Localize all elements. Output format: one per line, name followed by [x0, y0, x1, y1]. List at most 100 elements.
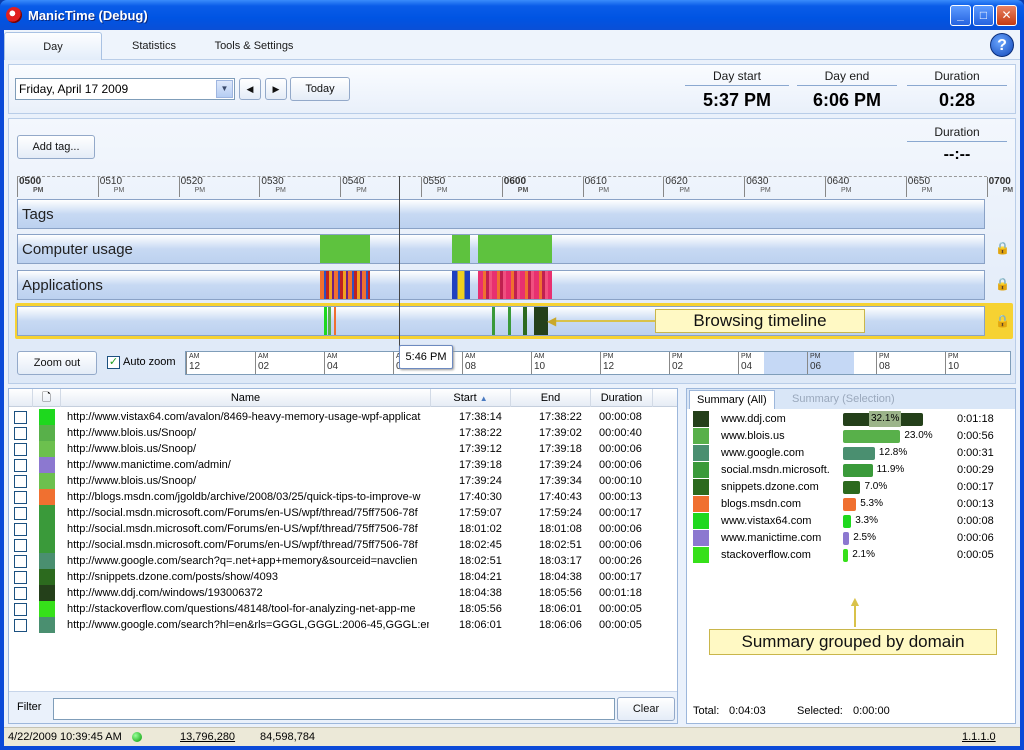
- prev-day-button[interactable]: ◀: [239, 78, 261, 100]
- summary-row[interactable]: www.blois.us 23.0% 0:00:56: [687, 428, 1015, 445]
- app-segment[interactable]: [452, 271, 470, 299]
- app-segment[interactable]: [320, 271, 370, 299]
- time-ruler[interactable]: 0500 PM 0510 PM 0520 PM 0530 PM 0540 PM 0550 PM 0600…: [17, 176, 1013, 197]
- overview-tick-hour: 02: [672, 361, 684, 372]
- summary-row[interactable]: www.google.com 12.8% 0:00:31: [687, 445, 1015, 462]
- domain-color-swatch: [693, 530, 709, 546]
- track-tags[interactable]: Tags: [17, 199, 985, 229]
- end-column-header[interactable]: End: [511, 389, 591, 407]
- row-checkbox[interactable]: [14, 427, 27, 440]
- table-row[interactable]: http://www.google.com/search?q=.net+app+…: [9, 553, 677, 569]
- summary-row[interactable]: social.msdn.microsoft. 11.9% 0:00:29: [687, 462, 1015, 479]
- browse-segment[interactable]: [328, 307, 331, 335]
- table-row[interactable]: http://www.blois.us/Snoop/17:39:12 17:39:…: [9, 441, 677, 457]
- date-picker[interactable]: Friday, April 17 2009 ▼: [15, 78, 235, 100]
- lock-icon[interactable]: 🔒: [995, 313, 1010, 329]
- summary-row[interactable]: www.vistax64.com 3.3% 0:00:08: [687, 513, 1015, 530]
- duration-column-header[interactable]: Duration: [591, 389, 653, 407]
- start-column-header[interactable]: Start ▲: [431, 389, 511, 407]
- name-column-header[interactable]: Name: [61, 389, 431, 407]
- row-checkbox[interactable]: [14, 507, 27, 520]
- summary-row[interactable]: blogs.msdn.com 5.3% 0:00:13: [687, 496, 1015, 513]
- browse-segment[interactable]: [523, 307, 527, 335]
- summary-row[interactable]: www.ddj.com 32.1% 0:01:18: [687, 411, 1015, 428]
- browse-segment[interactable]: [508, 307, 511, 335]
- browse-segment[interactable]: [324, 307, 327, 335]
- browse-segment[interactable]: [492, 307, 495, 335]
- row-color-swatch: [39, 441, 55, 457]
- row-checkbox[interactable]: [14, 603, 27, 616]
- browse-segment[interactable]: [334, 307, 336, 335]
- help-icon[interactable]: ?: [990, 33, 1014, 57]
- lock-icon[interactable]: 🔒: [995, 240, 1010, 256]
- track-computer-usage[interactable]: Computer usage: [17, 234, 985, 264]
- row-end: 17:39:18: [539, 443, 582, 455]
- table-row[interactable]: http://blogs.msdn.com/jgoldb/archive/200…: [9, 489, 677, 505]
- tab-statistics[interactable]: Statistics: [114, 32, 194, 60]
- minimize-button[interactable]: _: [950, 5, 971, 26]
- row-checkbox[interactable]: [14, 411, 27, 424]
- lock-icon[interactable]: 🔒: [995, 276, 1010, 292]
- ruler-tick: 0640 PM: [825, 177, 852, 197]
- row-checkbox[interactable]: [14, 555, 27, 568]
- tab-tools-settings[interactable]: Tools & Settings: [204, 32, 304, 60]
- status-version[interactable]: 1.1.1.0: [962, 728, 996, 747]
- today-button[interactable]: Today: [290, 77, 350, 101]
- ruler-tick-ampm: PM: [517, 187, 529, 194]
- domain-share-percent: 3.3%: [855, 515, 879, 526]
- row-checkbox[interactable]: [14, 571, 27, 584]
- status-memory-working[interactable]: 13,796,280: [180, 728, 235, 747]
- close-button[interactable]: ✕: [996, 5, 1017, 26]
- clear-button[interactable]: Clear: [617, 697, 675, 721]
- summary-callout: Summary grouped by domain: [709, 629, 997, 655]
- summary-row[interactable]: snippets.dzone.com 7.0% 0:00:17: [687, 479, 1015, 496]
- title-bar[interactable]: ManicTime (Debug) _ □ ✕: [0, 0, 1024, 30]
- auto-zoom-checkbox[interactable]: ✓: [107, 356, 120, 369]
- maximize-button[interactable]: □: [973, 5, 994, 26]
- document-icon[interactable]: 🗋: [33, 389, 61, 407]
- summary-row[interactable]: stackoverflow.com 2.1% 0:00:05: [687, 547, 1015, 564]
- table-row[interactable]: http://www.vistax64.com/avalon/8469-heav…: [9, 409, 677, 425]
- row-checkbox[interactable]: [14, 539, 27, 552]
- browse-segment[interactable]: [534, 307, 548, 335]
- track-applications[interactable]: Applications: [17, 270, 985, 300]
- tab-summary-all[interactable]: Summary (All): [689, 390, 775, 409]
- zoom-out-button[interactable]: Zoom out: [17, 351, 97, 375]
- row-checkbox[interactable]: [14, 459, 27, 472]
- add-tag-button[interactable]: Add tag...: [17, 135, 95, 159]
- row-checkbox[interactable]: [14, 443, 27, 456]
- row-checkbox[interactable]: [14, 491, 27, 504]
- table-row[interactable]: http://www.ddj.com/windows/193006372 18:0…: [9, 585, 677, 601]
- table-row[interactable]: http://social.msdn.microsoft.com/Forums/…: [9, 505, 677, 521]
- ruler-tick-ampm: PM: [921, 187, 933, 194]
- summary-row[interactable]: www.manictime.com 2.5% 0:00:06: [687, 530, 1015, 547]
- day-end-stat: Day end 6:06 PM: [797, 69, 897, 111]
- tab-summary-selection[interactable]: Summary (Selection): [785, 390, 902, 409]
- row-checkbox[interactable]: [14, 475, 27, 488]
- row-checkbox[interactable]: [14, 587, 27, 600]
- day-overview-bar[interactable]: AM12AM02AM04AM06AM08AM10PM12PM02PM04PM06…: [185, 351, 1011, 375]
- track-computer-usage-label: Computer usage: [22, 241, 133, 258]
- usage-segment[interactable]: [478, 235, 552, 263]
- date-value: Friday, April 17 2009: [19, 82, 129, 96]
- row-checkbox[interactable]: [14, 619, 27, 632]
- usage-segment[interactable]: [452, 235, 470, 263]
- table-row[interactable]: http://www.google.com/search?hl=en&rls=G…: [9, 617, 677, 633]
- filter-input[interactable]: [53, 698, 615, 720]
- table-row[interactable]: http://www.manictime.com/admin/17:39:18 1…: [9, 457, 677, 473]
- row-end: 17:39:34: [539, 475, 582, 487]
- tab-day[interactable]: Day: [4, 32, 102, 60]
- table-row[interactable]: http://www.blois.us/Snoop/17:39:24 17:39:…: [9, 473, 677, 489]
- row-checkbox[interactable]: [14, 523, 27, 536]
- next-day-button[interactable]: ▶: [265, 78, 287, 100]
- table-row[interactable]: http://social.msdn.microsoft.com/Forums/…: [9, 537, 677, 553]
- table-row[interactable]: http://stackoverflow.com/questions/48148…: [9, 601, 677, 617]
- row-color-swatch: [39, 505, 55, 521]
- chevron-down-icon[interactable]: ▼: [216, 80, 233, 98]
- app-segment[interactable]: [478, 271, 552, 299]
- table-row[interactable]: http://snippets.dzone.com/posts/show/409…: [9, 569, 677, 585]
- table-row[interactable]: http://social.msdn.microsoft.com/Forums/…: [9, 521, 677, 537]
- checkbox-column-header[interactable]: [9, 389, 33, 407]
- usage-segment[interactable]: [320, 235, 370, 263]
- table-row[interactable]: http://www.blois.us/Snoop/17:38:22 17:39:…: [9, 425, 677, 441]
